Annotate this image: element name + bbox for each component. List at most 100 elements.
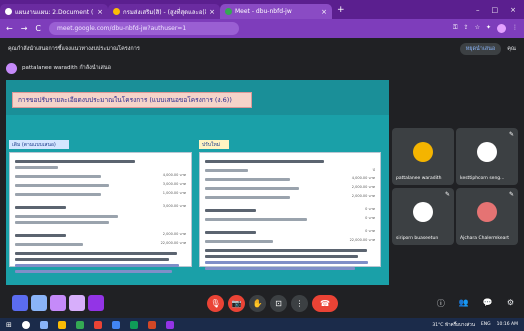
avatar [6,62,17,74]
participant-name: Ajchara Chalermkeart [460,236,509,241]
task-view-icon[interactable] [39,320,48,329]
back-button[interactable]: ← [6,24,13,33]
presenter-bar: pattalanee waradith กำลังนำเสนอ [6,61,518,75]
app-icon[interactable] [50,295,66,311]
extension-icon[interactable]: ✦ [486,24,491,33]
avatar [477,142,497,162]
avatar [413,202,433,222]
total-amount: 22,000.00 บาท [349,238,375,242]
participant-tile[interactable]: ✎ siriporn buaseetun [392,188,454,245]
mic-button[interactable]: 🎙 [207,295,224,312]
participant-name: kesttiphcorn seng... [460,176,505,181]
avatar [477,202,497,222]
tab-favicon-icon [5,8,12,15]
weather-text[interactable]: 31°C ฟ้าครึ้มบางส่วน [432,321,475,328]
pinned-apps [12,295,104,311]
presented-slide: การขอปรับรายละเอียดงบประมาณในโครงการ (แบ… [6,80,389,285]
app-icon[interactable] [12,295,28,311]
revised-budget-document: ป 4,000.00 บาท 2,000.00 บาท 2,000.00 บาท… [199,152,381,270]
mic-muted-icon: ✎ [444,191,450,198]
banner-text: คุณกำลังนำเสนอการชี้แจงแนวทางงบประมาณโคร… [8,46,140,52]
amount: 3,000.00 บาท [162,182,186,186]
excel-icon[interactable] [129,320,138,329]
star-icon[interactable]: ☆ [475,24,480,33]
participant-tile[interactable]: pattalanee waradith [392,128,454,185]
slide-title: การขอปรับรายละเอียดงบประมาณในโครงการ (แบ… [12,92,252,108]
app-icon[interactable] [88,295,104,311]
new-tab-button[interactable]: + [337,5,345,15]
more-options-button[interactable]: ⋮ [291,295,308,312]
participant-tile[interactable]: ✎ kesttiphcorn seng... [456,128,518,185]
amount: 0 บาท [365,229,375,233]
amount: 0 บาท [365,207,375,211]
end-call-button[interactable]: ☎ [312,295,338,312]
original-budget-document: 4,000.00 บาท 3,000.00 บาท 1,000.00 บาท 3… [9,152,192,273]
you-label: คุณ [507,46,516,52]
activities-icon[interactable]: ⚙ [507,298,514,309]
people-icon[interactable]: 👥 [459,298,469,309]
tab-department[interactable]: กรมส่งเสริม(สิ) - (สูงที่สุดและอ(สิท × [108,4,220,19]
camera-button[interactable]: 📷 [228,295,245,312]
avatar [413,142,433,162]
windows-taskbar: ⊞ 31°C ฟ้าครึ้มบางส่วน ENG 10:16 AM [0,318,524,331]
raise-hand-button[interactable]: ✋ [249,295,266,312]
amount: 4,000.00 บาท [162,173,186,177]
reload-button[interactable]: C [35,24,41,33]
clock[interactable]: 10:16 AM [497,322,518,327]
search-icon[interactable] [21,320,30,329]
extension-icons: ⚿ ⇪ ☆ ✦ ⋮ [453,24,518,33]
right-panel-label: ปรับใหม่ [199,140,229,149]
close-icon[interactable]: × [321,8,327,16]
tab-label: แผนงานแผน: 2.Document (อัด [15,8,95,16]
total-amount: 22,000.00 บาท [160,241,186,245]
amount: 0 บาท [365,216,375,220]
tab-label: กรมส่งเสริม(สิ) - (สูงที่สุดและอ(สิท [123,8,207,16]
start-button[interactable]: ⊞ [6,321,12,329]
tab-meet[interactable]: Meet - dbu-nbfd-jw × [220,4,332,19]
chat-icon[interactable]: 💬 [483,298,493,309]
cursor-hint: ป [372,167,375,172]
app-icon[interactable] [165,320,174,329]
amount: 2,000.00 บาท [351,185,375,189]
word-icon[interactable] [111,320,120,329]
meeting-controls: 🎙 📷 ✋ ⊡ ⋮ ☎ ⓘ 👥 💬 ⚙ [0,288,524,318]
info-icon[interactable]: ⓘ [437,298,445,309]
close-window-button[interactable]: × [510,6,516,14]
window-controls: – □ × [476,6,524,14]
present-button[interactable]: ⊡ [270,295,287,312]
key-icon[interactable]: ⚿ [453,24,458,33]
mic-muted-icon: ✎ [508,131,514,138]
stop-presenting-button[interactable]: หยุดนำเสนอ [459,43,502,55]
close-icon[interactable]: × [209,8,215,16]
browser-tab-bar: แผนงานแผน: 2.Document (อัด × กรมส่งเสริม… [0,0,524,19]
tab-document[interactable]: แผนงานแผน: 2.Document (อัด × [0,4,108,19]
amount: 2,000.00 บาท [351,194,375,198]
participant-name: siriporn buaseetun [396,236,439,241]
edge-icon[interactable] [75,320,84,329]
chrome-icon[interactable] [93,320,102,329]
amount: 3,000.00 บาท [162,204,186,208]
menu-icon[interactable]: ⋮ [512,24,518,33]
forward-button[interactable]: → [21,24,28,33]
participant-tile[interactable]: ✎ Ajchara Chalermkeart [456,188,518,245]
app-icon[interactable] [69,295,85,311]
app-icon[interactable] [31,295,47,311]
presentation-banner: คุณกำลังนำเสนอการชี้แจงแนวทางงบประมาณโคร… [0,38,524,60]
close-icon[interactable]: × [97,8,103,16]
explorer-icon[interactable] [57,320,66,329]
maximize-button[interactable]: □ [492,6,499,14]
amount: 1,000.00 บาท [162,191,186,195]
powerpoint-icon[interactable] [147,320,156,329]
mic-muted-icon: ✎ [508,191,514,198]
amount: 2,000.00 บาท [162,232,186,236]
language-indicator[interactable]: ENG [481,322,491,327]
url-text: meet.google.com/dbu-nbfd-jw?authuser=1 [57,25,187,32]
share-icon[interactable]: ⇪ [464,24,469,33]
profile-avatar[interactable] [497,24,506,33]
amount: 4,000.00 บาท [351,176,375,180]
tab-favicon-icon [113,8,120,15]
tab-label: Meet - dbu-nbfd-jw [235,8,292,15]
tab-favicon-icon [225,8,232,15]
url-input[interactable]: meet.google.com/dbu-nbfd-jw?authuser=1 [49,22,239,35]
minimize-button[interactable]: – [476,6,480,14]
